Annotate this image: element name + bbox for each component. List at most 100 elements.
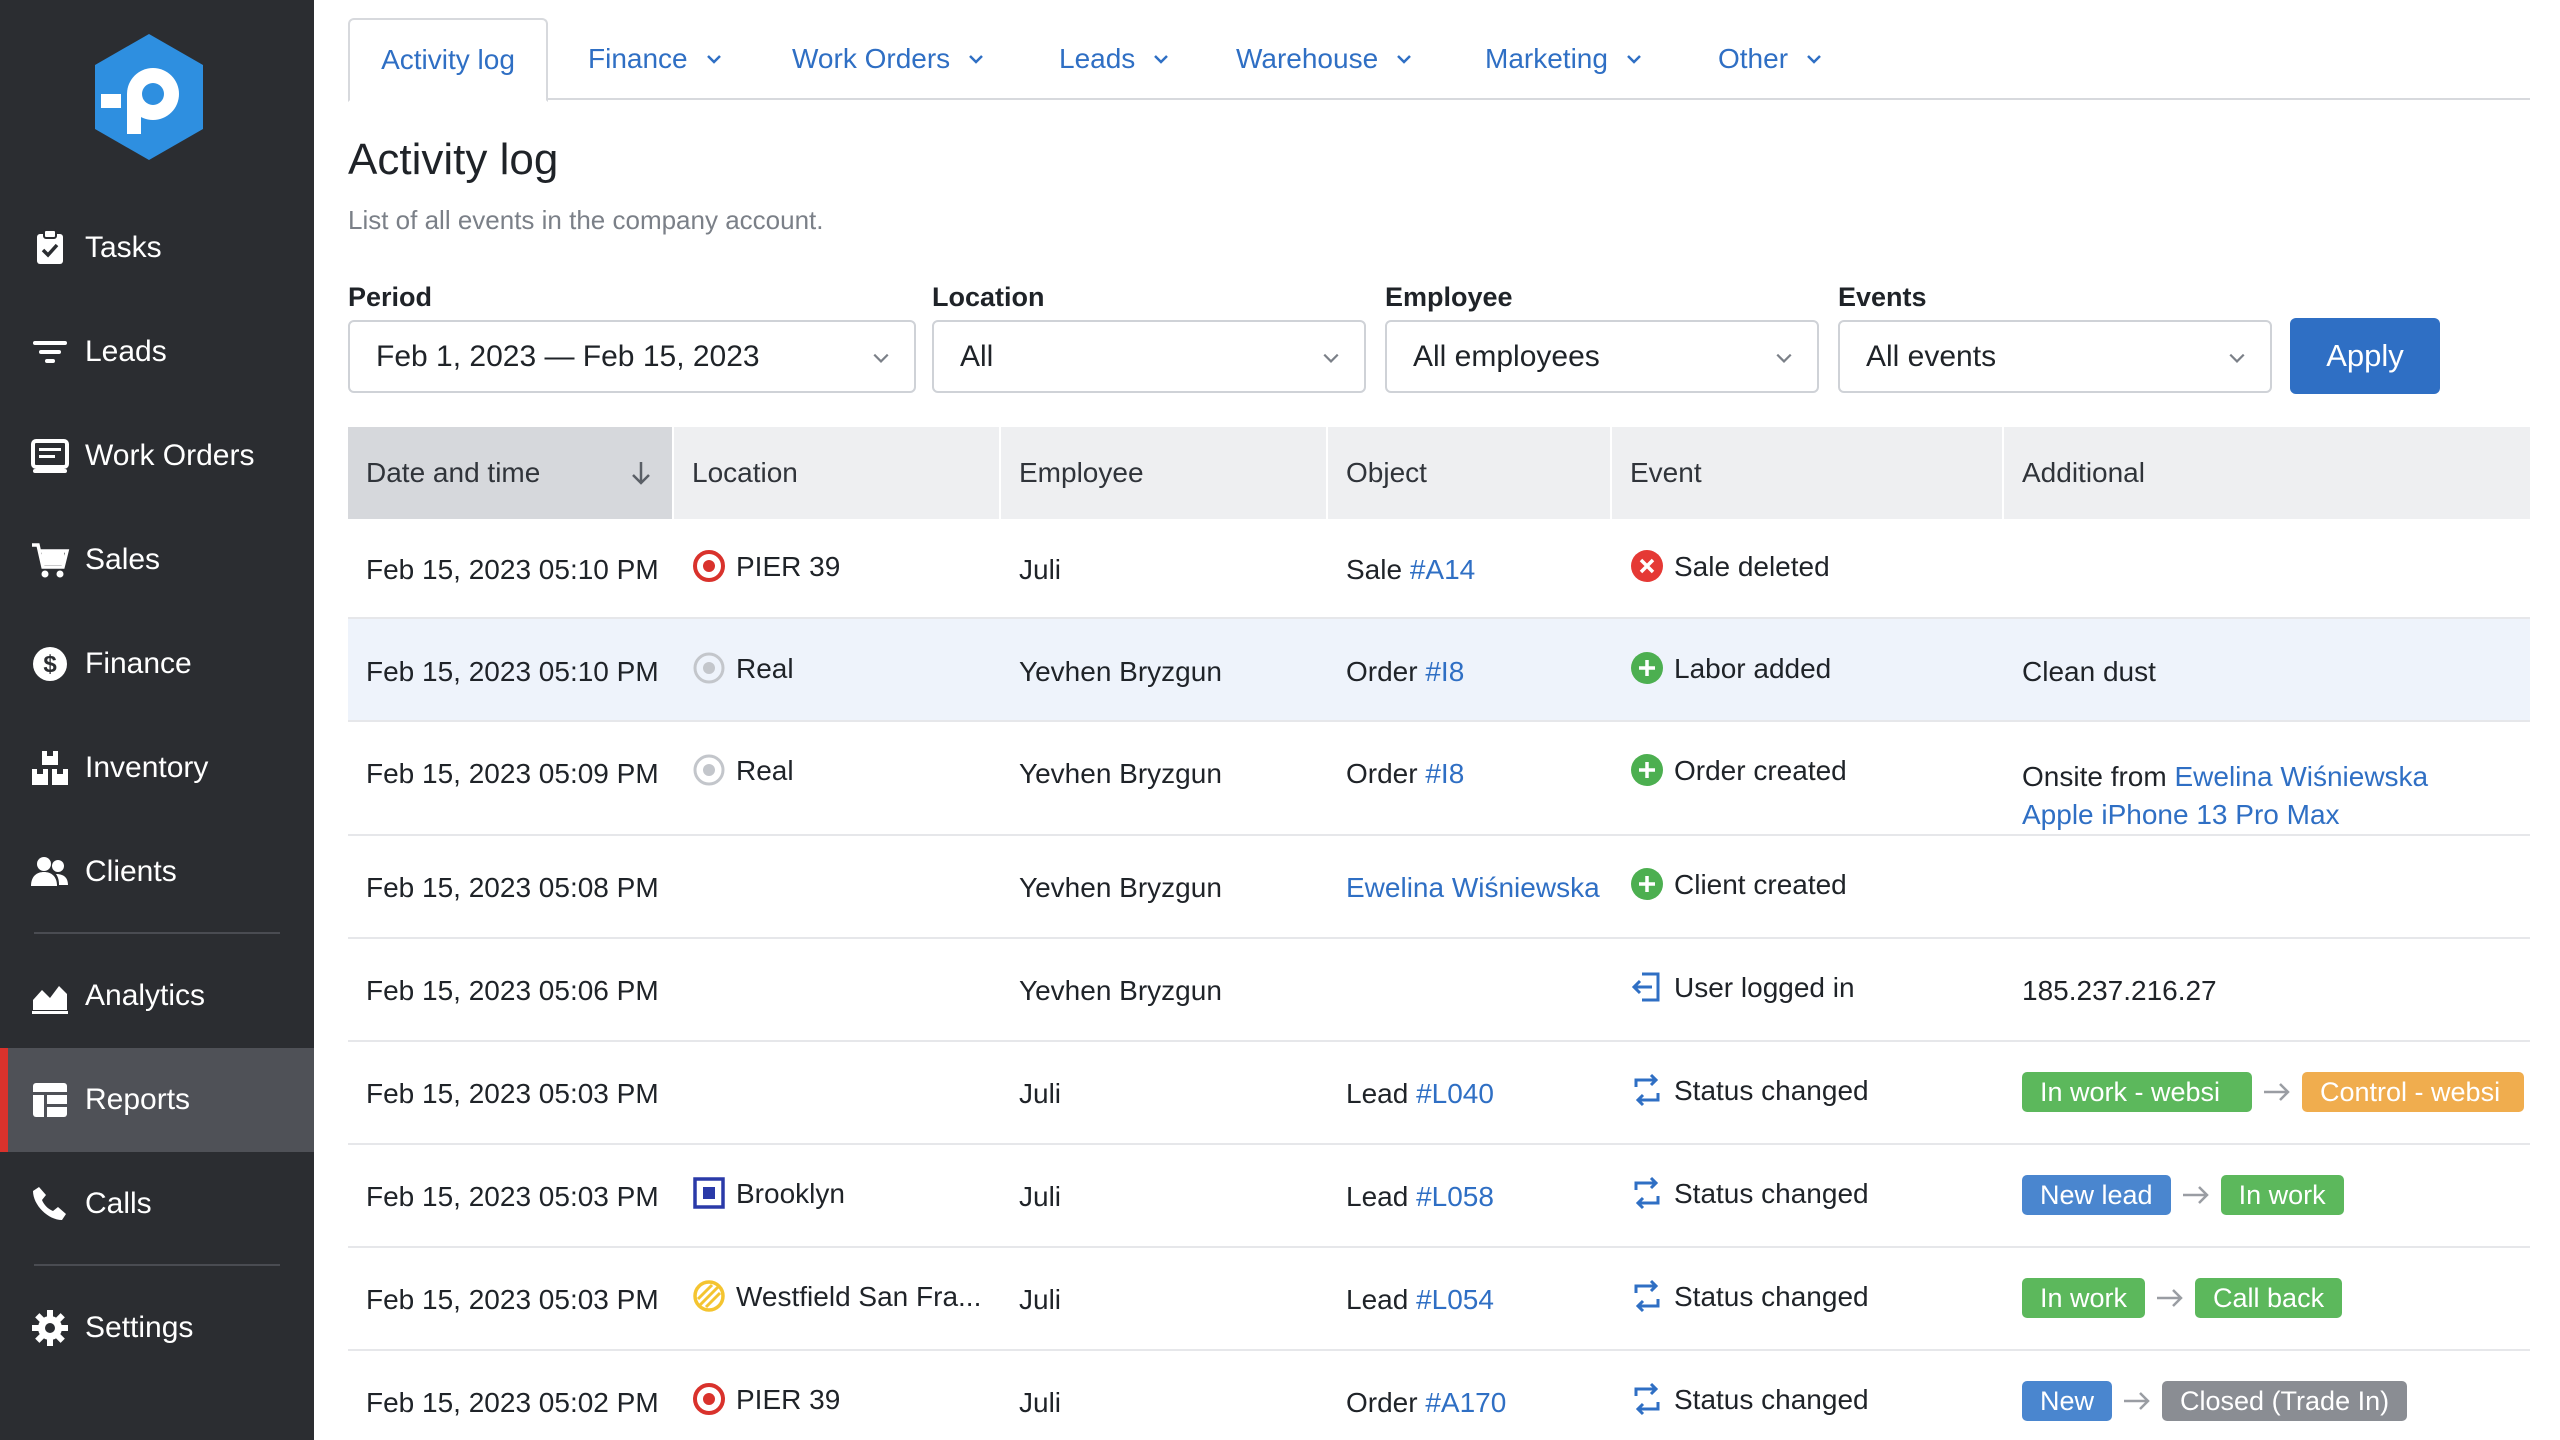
sidebar-item-label: Reports [85,1083,191,1116]
employee-select[interactable]: All employees [1385,320,1819,393]
sidebar-item-analytics[interactable]: Analytics [0,944,314,1048]
sidebar-item-calls[interactable]: Calls [0,1152,314,1256]
object-cell: Lead #L054 [1346,1284,1494,1316]
table-row[interactable]: Feb 15, 2023 05:03 PM Juli Lead #L040 St… [348,1042,2530,1145]
sidebar-item-label: Leads [85,335,167,368]
table-row[interactable]: Feb 15, 2023 05:10 PM PIER 39 Juli Sale … [348,519,2530,619]
tab-label: Activity log [381,44,515,75]
chevron-down-icon [873,353,889,363]
device-link[interactable]: Apple iPhone 13 Pro Max [2022,799,2340,830]
employee-cell: Juli [1019,1387,1062,1418]
object-type: Order [1346,656,1426,687]
tab-activity-log[interactable]: Activity log [348,18,548,102]
object-link[interactable]: #A14 [1410,554,1475,585]
location-slash-icon [693,1279,725,1312]
sidebar-item-reports[interactable]: Reports [0,1048,314,1152]
tab-work-orders[interactable]: Work Orders [792,18,984,100]
column-header-object[interactable]: Object [1328,427,1612,519]
status-badge-to: Control - websi [2302,1072,2524,1112]
period-select[interactable]: Feb 1, 2023 — Feb 15, 2023 [348,320,916,393]
event-name: Status changed [1674,1281,1869,1312]
additional-text: Onsite from [2022,761,2175,792]
location-target-icon [693,1382,725,1415]
object-cell: Order #I8 [1346,656,1464,688]
phone-icon [33,1187,66,1220]
arrow-right-icon [2182,1186,2209,1204]
employee-cell: Juli [1019,554,1062,585]
tab-marketing[interactable]: Marketing [1485,18,1642,100]
location-cell: Real [692,754,794,790]
column-header-additional[interactable]: Additional [2004,427,2530,519]
tab-warehouse[interactable]: Warehouse [1236,18,1412,100]
location-name: Real [736,653,794,684]
employee-cell: Yevhen Bryzgun [1019,975,1222,1006]
object-link[interactable]: #I8 [1425,656,1464,687]
sidebar-item-settings[interactable]: Settings [0,1276,314,1380]
refresh-icon [1634,1382,1660,1415]
sidebar-item-label: Inventory [85,751,209,784]
event-cell: Status changed [1630,1279,1869,1316]
arrow-right-icon [2264,1083,2290,1101]
object-link[interactable]: #L040 [1416,1078,1494,1109]
table-row[interactable]: Feb 15, 2023 05:08 PM Yevhen Bryzgun Ewe… [348,836,2530,939]
table-row[interactable]: Feb 15, 2023 05:02 PM PIER 39 Juli Order… [348,1351,2530,1440]
table-row[interactable]: Feb 15, 2023 05:06 PM Yevhen Bryzgun Use… [348,939,2530,1042]
object-type: Order [1346,1387,1426,1418]
column-header-date[interactable]: Date and time [348,427,674,519]
column-header-label: Additional [2022,457,2145,488]
status-badge-from: In work - websi [2022,1072,2252,1112]
clipboard-check-icon [37,229,63,264]
sidebar-item-finance[interactable]: $ Finance [0,612,314,716]
object-link[interactable]: #A170 [1425,1387,1506,1418]
table-row[interactable]: Feb 15, 2023 05:09 PM Real Yevhen Bryzgu… [348,722,2530,836]
location-name: PIER 39 [736,551,841,582]
sidebar-item-sales[interactable]: Sales [0,508,314,612]
app-logo[interactable] [89,32,209,162]
employee-value: All employees [1413,339,1600,373]
table-row[interactable]: Feb 15, 2023 05:03 PM Brooklyn Juli Lead… [348,1145,2530,1248]
location-select[interactable]: All [932,320,1366,393]
column-header-employee[interactable]: Employee [1001,427,1328,519]
additional-cell: Onsite from Ewelina Wiśniewska Apple iPh… [2022,758,2428,834]
object-link[interactable]: #L054 [1416,1284,1494,1315]
event-name: Client created [1674,869,1847,900]
table-row[interactable]: Feb 15, 2023 05:03 PM Westfield San Fra.… [348,1248,2530,1351]
dollar-icon: $ [33,647,67,681]
object-link[interactable]: Ewelina Wiśniewska [1346,872,1600,903]
employee-cell: Juli [1019,1181,1062,1212]
tab-label: Warehouse [1236,43,1379,74]
object-cell: Ewelina Wiśniewska [1346,872,1600,904]
sidebar-item-inventory[interactable]: Inventory [0,716,314,820]
employee-cell: Yevhen Bryzgun [1019,758,1222,789]
sidebar-item-label: Finance [85,647,192,680]
status-badge-from: In work [2022,1278,2146,1318]
column-header-event[interactable]: Event [1612,427,2004,519]
login-icon [1631,972,1660,1002]
event-name: Status changed [1674,1178,1869,1209]
tab-finance[interactable]: Finance [588,18,722,100]
date-cell: Feb 15, 2023 05:03 PM [366,1181,659,1212]
sidebar-item-clients[interactable]: Clients [0,820,314,924]
object-link[interactable]: #I8 [1425,758,1464,789]
events-select[interactable]: All events [1838,320,2272,393]
tab-label: Work Orders [792,43,951,74]
sidebar-item-label: Settings [85,1311,194,1344]
apply-button[interactable]: Apply [2290,318,2440,394]
status-badge-to: In work [2220,1175,2344,1215]
object-link[interactable]: #L058 [1416,1181,1494,1212]
location-cell: Westfield San Fra... [692,1279,981,1316]
column-header-label: Employee [1019,457,1144,488]
event-name: User logged in [1674,972,1855,1003]
client-link[interactable]: Ewelina Wiśniewska [2174,761,2428,792]
employee-cell: Yevhen Bryzgun [1019,656,1222,687]
employee-label: Employee [1385,282,1513,312]
column-header-location[interactable]: Location [674,427,1001,519]
chevron-down-icon [1627,55,1641,64]
tab-other[interactable]: Other [1718,18,1822,100]
sidebar-item-leads[interactable]: Leads [0,300,314,404]
table-row[interactable]: Feb 15, 2023 05:10 PM Real Yevhen Bryzgu… [348,619,2530,722]
sidebar-item-work-orders[interactable]: Work Orders [0,404,314,508]
sidebar-item-tasks[interactable]: Tasks [0,196,314,300]
tab-leads[interactable]: Leads [1059,18,1169,100]
refresh-icon [1634,1279,1660,1312]
